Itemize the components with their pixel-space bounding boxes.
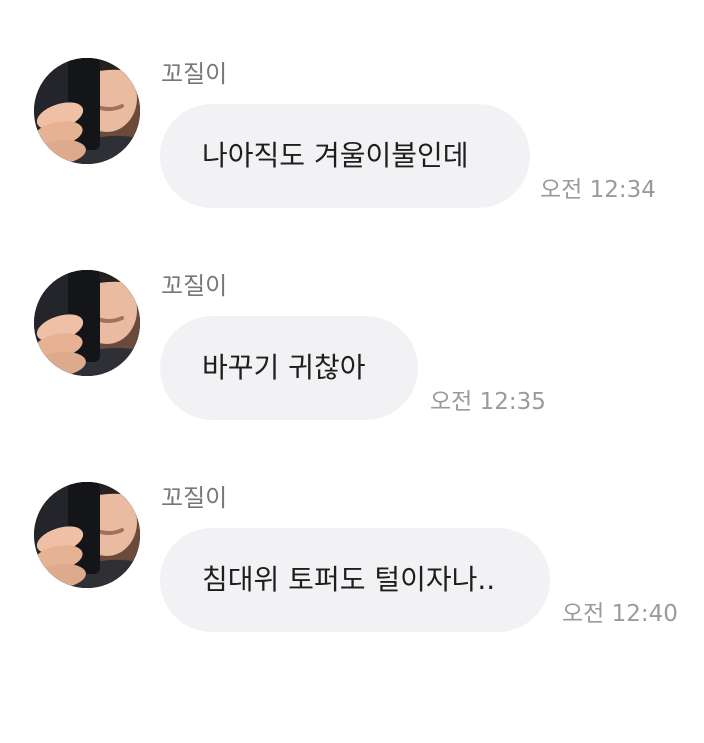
sender-avatar[interactable]	[34, 482, 140, 588]
user-avatar-photo-icon	[34, 270, 140, 376]
sender-avatar[interactable]	[34, 270, 140, 376]
chat-message: 꼬질이 바꾸기 귀찮아 오전 12:35	[0, 270, 704, 430]
user-avatar-photo-icon	[34, 58, 140, 164]
message-bubble[interactable]: 나아직도 겨울이불인데	[160, 104, 530, 208]
message-timestamp: 오전 12:35	[430, 389, 546, 415]
chat-message: 꼬질이 침대위 토퍼도 털이자나.. 오전 12:40	[0, 482, 704, 642]
sender-name: 꼬질이	[161, 272, 228, 300]
user-avatar-photo-icon	[34, 482, 140, 588]
message-timestamp: 오전 12:40	[562, 601, 678, 627]
sender-name: 꼬질이	[161, 60, 228, 88]
message-timestamp: 오전 12:34	[540, 177, 656, 203]
chat-message: 꼬질이 나아직도 겨울이불인데 오전 12:34	[0, 58, 704, 218]
sender-name: 꼬질이	[161, 484, 228, 512]
message-bubble[interactable]: 바꾸기 귀찮아	[160, 316, 418, 420]
chat-message-list: 꼬질이 나아직도 겨울이불인데 오전 12:34 꼬질이 바꾸기 귀찮아 오전 …	[0, 0, 704, 743]
message-bubble[interactable]: 침대위 토퍼도 털이자나..	[160, 528, 550, 632]
sender-avatar[interactable]	[34, 58, 140, 164]
